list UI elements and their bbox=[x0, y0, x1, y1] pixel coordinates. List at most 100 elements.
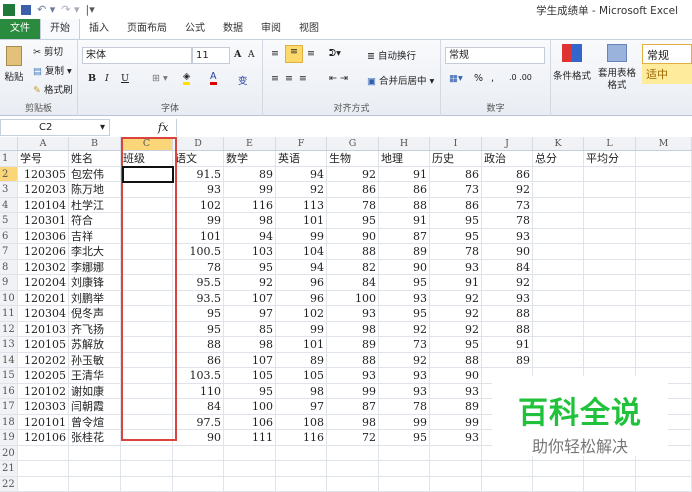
cell-h18[interactable]: 99 bbox=[379, 415, 430, 430]
cell-e7[interactable]: 103 bbox=[224, 244, 276, 259]
cell-h9[interactable]: 95 bbox=[379, 275, 430, 290]
cell-d4[interactable]: 102 bbox=[173, 198, 224, 213]
cell-b17[interactable]: 闫朝霞 bbox=[69, 399, 121, 414]
cell-f10[interactable]: 96 bbox=[276, 291, 327, 306]
cell-h6[interactable]: 87 bbox=[379, 229, 430, 244]
cell-a22[interactable] bbox=[18, 477, 69, 492]
cell-f16[interactable]: 98 bbox=[276, 384, 327, 399]
column-header-c[interactable]: C bbox=[121, 137, 173, 150]
cell-c7[interactable] bbox=[121, 244, 173, 259]
wrap-text-button[interactable]: ≣ 自动换行 bbox=[367, 48, 416, 62]
cell-m3[interactable] bbox=[636, 182, 692, 197]
column-header-d[interactable]: D bbox=[173, 137, 224, 150]
cell-i13[interactable]: 95 bbox=[430, 337, 482, 352]
cell-l3[interactable] bbox=[584, 182, 636, 197]
orientation-icon[interactable]: ᕲ▾ bbox=[329, 48, 341, 59]
cell-i19[interactable]: 93 bbox=[430, 430, 482, 445]
column-header-i[interactable]: I bbox=[430, 137, 482, 150]
cell-f7[interactable]: 104 bbox=[276, 244, 327, 259]
cell-c9[interactable] bbox=[121, 275, 173, 290]
cell-e19[interactable]: 111 bbox=[224, 430, 276, 445]
cell-a16[interactable]: 120102 bbox=[18, 384, 69, 399]
cell-m9[interactable] bbox=[636, 275, 692, 290]
column-header-m[interactable]: M bbox=[636, 137, 692, 150]
select-all-corner[interactable] bbox=[0, 137, 18, 150]
cell-k7[interactable] bbox=[533, 244, 584, 259]
cell-f1[interactable]: 英语 bbox=[276, 151, 327, 166]
cell-e3[interactable]: 99 bbox=[224, 182, 276, 197]
row-header-1[interactable]: 1 bbox=[0, 151, 18, 166]
cell-d7[interactable]: 100.5 bbox=[173, 244, 224, 259]
cell-j14[interactable]: 89 bbox=[482, 353, 533, 368]
cell-d11[interactable]: 95 bbox=[173, 306, 224, 321]
cell-h12[interactable]: 92 bbox=[379, 322, 430, 337]
cell-a17[interactable]: 120303 bbox=[18, 399, 69, 414]
horizontal-align-icons[interactable]: ≡≡≡ bbox=[271, 73, 313, 84]
cell-j10[interactable]: 93 bbox=[482, 291, 533, 306]
cell-e4[interactable]: 116 bbox=[224, 198, 276, 213]
row-header-21[interactable]: 21 bbox=[0, 461, 18, 476]
cell-b22[interactable] bbox=[69, 477, 121, 492]
column-header-e[interactable]: E bbox=[224, 137, 276, 150]
cell-i16[interactable]: 93 bbox=[430, 384, 482, 399]
cell-g12[interactable]: 98 bbox=[327, 322, 379, 337]
cell-j11[interactable]: 88 bbox=[482, 306, 533, 321]
cell-i2[interactable]: 86 bbox=[430, 167, 482, 182]
cell-a18[interactable]: 120101 bbox=[18, 415, 69, 430]
cell-h21[interactable] bbox=[379, 461, 430, 476]
cell-h2[interactable]: 91 bbox=[379, 167, 430, 182]
tab-data[interactable]: 数据 bbox=[214, 19, 252, 39]
cell-a19[interactable]: 120106 bbox=[18, 430, 69, 445]
cell-b15[interactable]: 王清华 bbox=[69, 368, 121, 383]
cell-f8[interactable]: 94 bbox=[276, 260, 327, 275]
column-header-h[interactable]: H bbox=[379, 137, 430, 150]
paste-button[interactable]: 粘贴 bbox=[3, 46, 25, 83]
cell-i18[interactable]: 99 bbox=[430, 415, 482, 430]
cell-e11[interactable]: 97 bbox=[224, 306, 276, 321]
cell-j5[interactable]: 78 bbox=[482, 213, 533, 228]
cell-a5[interactable]: 120301 bbox=[18, 213, 69, 228]
cell-c5[interactable] bbox=[121, 213, 173, 228]
cell-h22[interactable] bbox=[379, 477, 430, 492]
cell-c11[interactable] bbox=[121, 306, 173, 321]
cell-c12[interactable] bbox=[121, 322, 173, 337]
cell-c18[interactable] bbox=[121, 415, 173, 430]
row-header-10[interactable]: 10 bbox=[0, 291, 18, 306]
tab-review[interactable]: 审阅 bbox=[252, 19, 290, 39]
currency-icon[interactable]: ▦▾ bbox=[449, 73, 463, 84]
cell-f12[interactable]: 99 bbox=[276, 322, 327, 337]
cell-a7[interactable]: 120206 bbox=[18, 244, 69, 259]
cell-g22[interactable] bbox=[327, 477, 379, 492]
cell-i10[interactable]: 92 bbox=[430, 291, 482, 306]
cell-h4[interactable]: 88 bbox=[379, 198, 430, 213]
cell-d20[interactable] bbox=[173, 446, 224, 461]
row-header-14[interactable]: 14 bbox=[0, 353, 18, 368]
cell-i3[interactable]: 73 bbox=[430, 182, 482, 197]
cell-g16[interactable]: 99 bbox=[327, 384, 379, 399]
cell-k6[interactable] bbox=[533, 229, 584, 244]
cell-k1[interactable]: 总分 bbox=[533, 151, 584, 166]
cell-f17[interactable]: 97 bbox=[276, 399, 327, 414]
cell-l1[interactable]: 平均分 bbox=[584, 151, 636, 166]
row-header-15[interactable]: 15 bbox=[0, 368, 18, 383]
cell-d12[interactable]: 95 bbox=[173, 322, 224, 337]
cell-a2[interactable]: 120305 bbox=[18, 167, 69, 182]
cell-c15[interactable] bbox=[121, 368, 173, 383]
cell-k9[interactable] bbox=[533, 275, 584, 290]
cell-d10[interactable]: 93.5 bbox=[173, 291, 224, 306]
row-header-4[interactable]: 4 bbox=[0, 198, 18, 213]
cell-e20[interactable] bbox=[224, 446, 276, 461]
cell-g14[interactable]: 88 bbox=[327, 353, 379, 368]
row-header-2[interactable]: 2 bbox=[0, 167, 18, 182]
cell-f13[interactable]: 101 bbox=[276, 337, 327, 352]
cut-button[interactable]: ✂ 剪切 bbox=[33, 44, 63, 58]
save-icon[interactable] bbox=[21, 5, 31, 15]
cell-b8[interactable]: 李娜娜 bbox=[69, 260, 121, 275]
undo-icon[interactable]: ↶ ▾ bbox=[37, 3, 55, 16]
cell-f15[interactable]: 105 bbox=[276, 368, 327, 383]
grow-font-button[interactable]: A bbox=[234, 49, 241, 60]
cell-e9[interactable]: 92 bbox=[224, 275, 276, 290]
cell-d19[interactable]: 90 bbox=[173, 430, 224, 445]
cell-c22[interactable] bbox=[121, 477, 173, 492]
cell-i6[interactable]: 95 bbox=[430, 229, 482, 244]
